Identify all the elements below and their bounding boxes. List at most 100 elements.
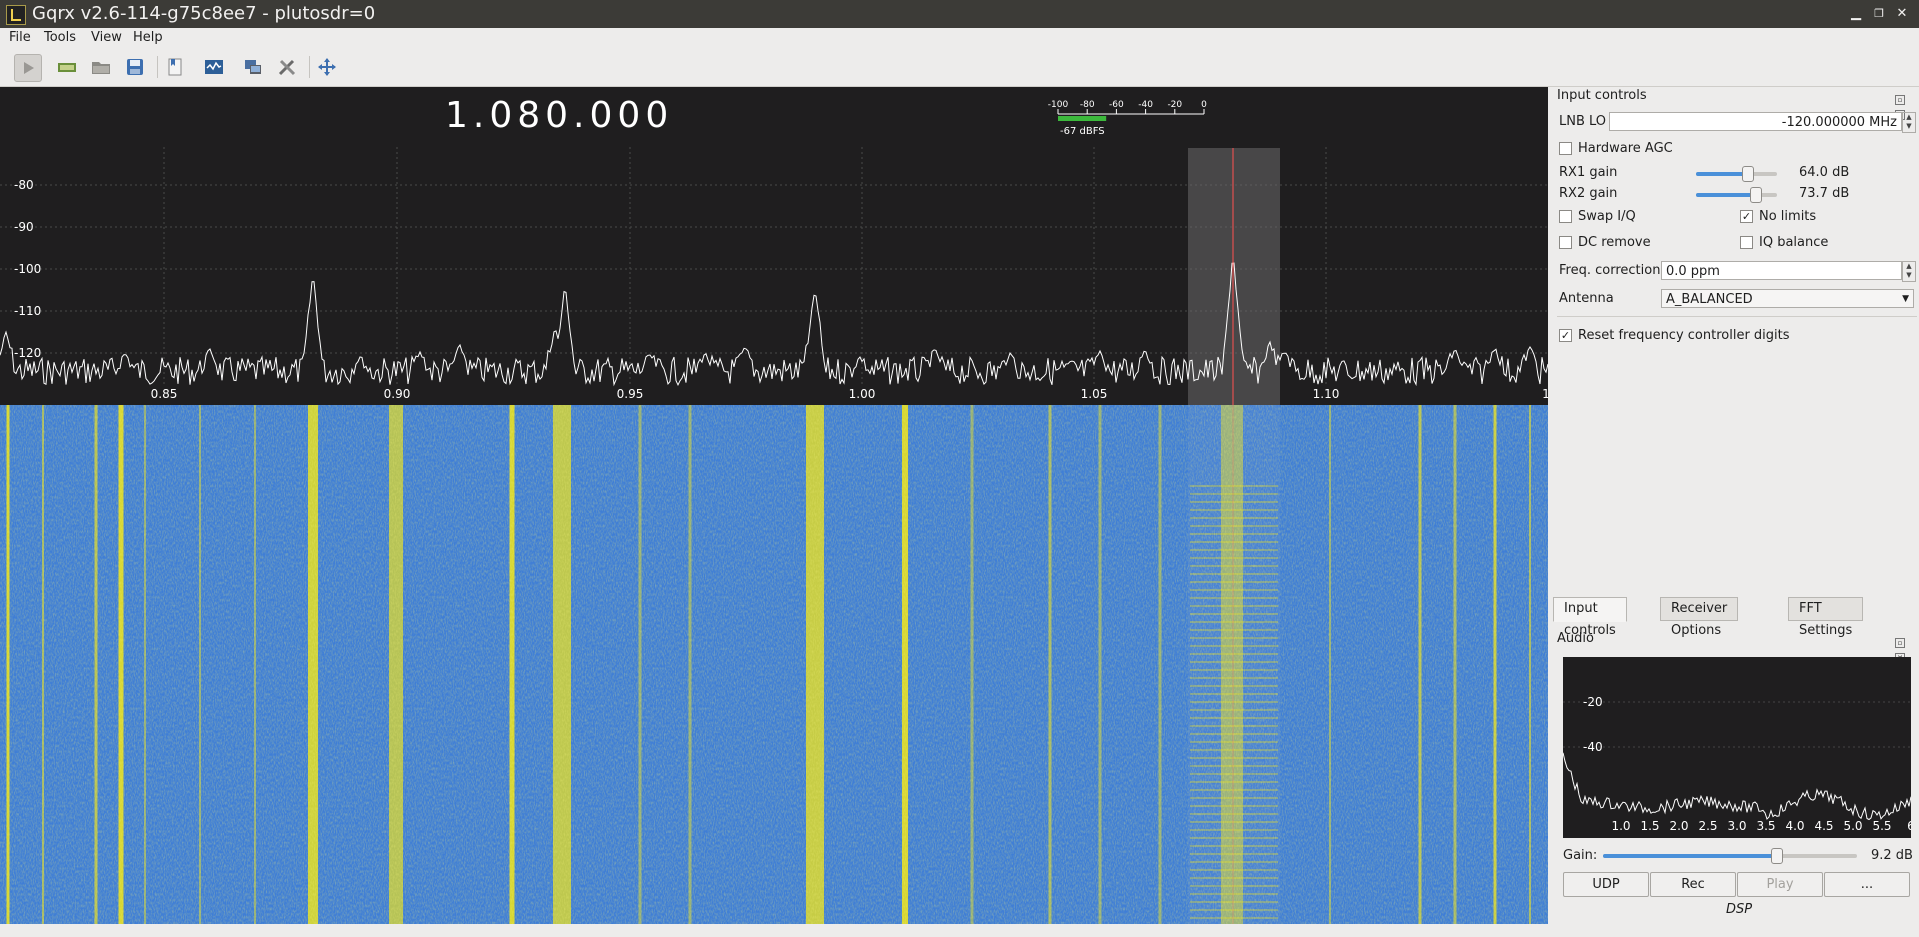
rx1-gain-slider[interactable] <box>1696 166 1777 182</box>
menu-view[interactable]: View <box>91 30 122 46</box>
io-devices-button[interactable] <box>54 54 80 80</box>
save-settings-button[interactable] <box>122 54 148 80</box>
audio-x-label: 2.0 <box>1669 819 1688 833</box>
rds-button[interactable] <box>201 54 227 80</box>
fullscreen-button[interactable] <box>314 54 340 80</box>
swap-iq-label: Swap I/Q <box>1578 209 1636 224</box>
freq-correction-label: Freq. correction <box>1559 263 1661 278</box>
smeter-reading: -67 dBFS <box>1060 126 1105 137</box>
divider <box>1557 316 1917 317</box>
no-limits-label: No limits <box>1759 209 1817 224</box>
antenna-select[interactable]: A_BALANCED ▼ <box>1661 289 1914 308</box>
audio-fft-plot: -20 -40 1.0 1.5 2.0 2.5 3.0 3.5 4.0 4.5 5.0 5.5 6 <box>1562 657 1915 838</box>
spectrum-grid <box>0 147 1548 387</box>
rx2-gain-label: RX2 gain <box>1559 186 1618 201</box>
smeter-scale-label: -60 <box>1109 100 1124 110</box>
audio-fft-canvas: -20 -40 1.0 1.5 2.0 2.5 3.0 3.5 4.0 4.5 5.0 5.5 6 <box>1562 695 1915 833</box>
toolbar-separator <box>309 56 310 78</box>
spectrum-x-label: 0.95 <box>617 387 644 401</box>
audio-gain-handle[interactable] <box>1770 848 1783 864</box>
rx2-gain-handle[interactable] <box>1750 187 1763 203</box>
spectrum-canvas: -100 -80 -60 -40 -20 0 -67 dBFS -80 -90 -100 -110… <box>0 100 1548 405</box>
window-title: Gqrx v2.6-114-g75c8ee7 - plutosdr=0 <box>32 3 376 24</box>
close-icon[interactable]: ✕ <box>1894 6 1910 22</box>
play-icon <box>24 62 34 74</box>
audio-gain-slider[interactable] <box>1603 848 1857 864</box>
lnb-lo-spinner[interactable]: ▲ ▼ <box>1902 112 1916 133</box>
rds-icon <box>205 60 223 74</box>
antenna-value: A_BALANCED <box>1666 292 1753 307</box>
tab-fft-settings[interactable]: FFT Settings <box>1788 597 1864 638</box>
spectrum-x-label: 1 <box>1542 387 1548 401</box>
app-icon <box>6 5 26 25</box>
waterfall-plot[interactable] <box>0 405 1548 924</box>
audio-x-label: 4.0 <box>1785 819 1804 833</box>
swap-iq-checkbox[interactable] <box>1559 210 1572 223</box>
rx1-gain-fill <box>1696 172 1748 176</box>
rec-button[interactable]: Rec <box>1650 872 1736 897</box>
bookmark-icon <box>168 58 182 76</box>
rx2-gain-value: 73.7 dB <box>1799 186 1850 201</box>
no-limits-checkbox[interactable]: ✓ <box>1740 210 1753 223</box>
dc-remove-checkbox[interactable] <box>1559 236 1572 249</box>
audio-x-label: 6 <box>1907 819 1911 833</box>
remote-control-button[interactable] <box>240 54 266 80</box>
reset-digits-label: Reset frequency controller digits <box>1578 328 1790 343</box>
iq-balance-label: IQ balance <box>1759 235 1829 250</box>
audio-title: Audio <box>1557 631 1594 646</box>
spectrum-y-label: -100 <box>14 262 41 276</box>
menu-file[interactable]: File <box>9 30 31 46</box>
more-button[interactable]: ... <box>1824 872 1910 897</box>
rx1-gain-handle[interactable] <box>1742 166 1755 182</box>
audio-x-label: 2.5 <box>1698 819 1717 833</box>
dsp-label: DSP <box>1726 902 1753 917</box>
menu-tools[interactable]: Tools <box>44 30 76 46</box>
rx1-gain-value: 64.0 dB <box>1799 165 1850 180</box>
title-bar: Gqrx v2.6-114-g75c8ee7 - plutosdr=0 ▁ ❐ … <box>0 0 1919 28</box>
dock-buttons: ▫✕ <box>1893 91 1915 120</box>
smeter-scale-label: -40 <box>1138 100 1153 110</box>
float-icon[interactable]: ▫ <box>1895 638 1905 648</box>
audio-y-label: -20 <box>1583 695 1603 709</box>
freq-correction-spinner[interactable]: ▲ ▼ <box>1902 261 1916 282</box>
rx2-gain-slider[interactable] <box>1696 187 1777 203</box>
spectrum-plot[interactable]: 1.080.000 -100 -80 -60 -40 -20 0 -67 dBFS -80-… <box>0 87 1548 405</box>
menu-bar: File Tools View Help <box>0 28 1919 48</box>
lnb-lo-field[interactable]: -120.000000 MHz <box>1609 112 1902 131</box>
audio-x-label: 3.5 <box>1756 819 1775 833</box>
restore-icon[interactable]: ❐ <box>1871 6 1887 22</box>
move-icon <box>318 58 336 76</box>
audio-gain-value: 9.2 dB <box>1871 848 1913 863</box>
reset-digits-checkbox[interactable]: ✓ <box>1559 329 1572 342</box>
audio-x-label: 1.0 <box>1611 819 1630 833</box>
menu-help[interactable]: Help <box>133 30 163 46</box>
spectrum-y-label: -80 <box>14 178 34 192</box>
audio-gain-label: Gain: <box>1563 848 1598 863</box>
smeter-scale-label: -100 <box>1048 100 1069 110</box>
udp-button[interactable]: UDP <box>1563 872 1649 897</box>
audio-dock-buttons: ▫✕ <box>1893 634 1915 663</box>
audio-x-label: 4.5 <box>1814 819 1833 833</box>
start-dsp-button[interactable] <box>14 54 42 82</box>
spectrum-x-label: 0.85 <box>151 387 178 401</box>
hardware-agc-checkbox[interactable] <box>1559 142 1572 155</box>
load-settings-button[interactable] <box>88 54 114 80</box>
smeter-scale-label: -20 <box>1167 100 1182 110</box>
dc-remove-label: DC remove <box>1578 235 1651 250</box>
iq-balance-checkbox[interactable] <box>1740 236 1753 249</box>
hardware-agc-label: Hardware AGC <box>1578 141 1673 156</box>
bookmarks-button[interactable] <box>162 54 188 80</box>
tab-input-controls[interactable]: Input controls <box>1553 597 1627 638</box>
hardware-icon <box>58 63 76 72</box>
freq-correction-field[interactable]: 0.0 ppm <box>1661 261 1902 280</box>
filter-passband[interactable] <box>1188 148 1280 405</box>
settings-button[interactable] <box>274 54 300 80</box>
audio-y-label: -40 <box>1583 740 1603 754</box>
network-icon <box>245 60 261 74</box>
minimize-icon[interactable]: ▁ <box>1848 6 1864 22</box>
tab-receiver-options[interactable]: Receiver Options <box>1660 597 1739 638</box>
play-button[interactable]: Play <box>1737 872 1823 897</box>
spectrum-axis-labels: -80 -90 -100 -110 -120 0.85 0.90 0.95 1.00 1.05 1.… <box>14 178 1548 401</box>
chevron-down-icon: ▼ <box>1902 294 1909 304</box>
float-icon[interactable]: ▫ <box>1895 95 1905 105</box>
